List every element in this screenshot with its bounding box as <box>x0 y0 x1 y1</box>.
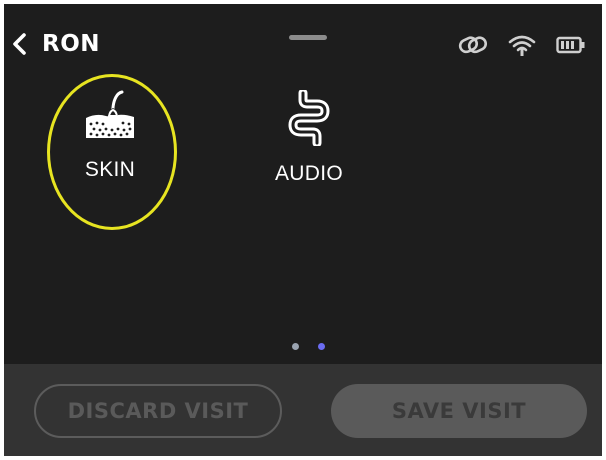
page-indicator <box>292 343 325 350</box>
skin-hair-icon <box>82 90 138 142</box>
battery-icon <box>556 35 586 55</box>
page-dot-1[interactable] <box>292 343 299 350</box>
footer-bar: DISCARD VISIT SAVE VISIT <box>4 364 602 456</box>
status-bar-icons <box>458 34 586 56</box>
ear-canal-icon <box>287 90 331 146</box>
wifi-icon <box>508 34 536 56</box>
discard-visit-button[interactable]: DISCARD VISIT <box>34 384 282 438</box>
save-visit-button[interactable]: SAVE VISIT <box>331 384 587 438</box>
page-dot-2-active[interactable] <box>318 343 325 350</box>
drag-handle[interactable] <box>289 35 327 40</box>
app-tile-audio[interactable]: AUDIO <box>264 90 354 186</box>
patient-name-title: RON <box>42 31 101 57</box>
chevron-left-icon <box>10 31 30 57</box>
app-tile-skin[interactable]: SKIN <box>68 90 152 182</box>
device-screen: RON SKIN AUDIO DISCARD VISIT SAVE VISIT <box>4 4 602 456</box>
back-button[interactable]: RON <box>10 26 100 62</box>
app-label-skin: SKIN <box>84 158 136 181</box>
app-label-audio: AUDIO <box>274 162 343 185</box>
link-icon <box>458 34 488 56</box>
